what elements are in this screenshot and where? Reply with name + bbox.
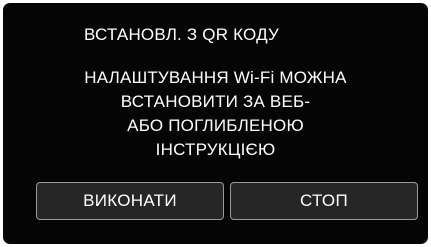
- stop-button[interactable]: СТОП: [230, 182, 418, 220]
- dialog-message: НАЛАШТУВАННЯ Wi-Fi МОЖНА ВСТАНОВИТИ ЗА В…: [3, 66, 428, 162]
- execute-button[interactable]: ВИКОНАТИ: [36, 182, 224, 220]
- message-line: НАЛАШТУВАННЯ Wi-Fi МОЖНА: [84, 68, 347, 87]
- message-line: ВСТАНОВИТИ ЗА ВЕБ-: [120, 92, 311, 111]
- message-line: АБО ПОГЛИБЛЕНОЮ: [127, 116, 304, 135]
- message-line: ІНСТРУКЦІЄЮ: [155, 140, 276, 159]
- camera-menu-screen: ВСТАНОВЛ. З QR КОДУ НАЛАШТУВАННЯ Wi-Fi М…: [3, 3, 428, 244]
- dialog-title: ВСТАНОВЛ. З QR КОДУ: [84, 25, 279, 44]
